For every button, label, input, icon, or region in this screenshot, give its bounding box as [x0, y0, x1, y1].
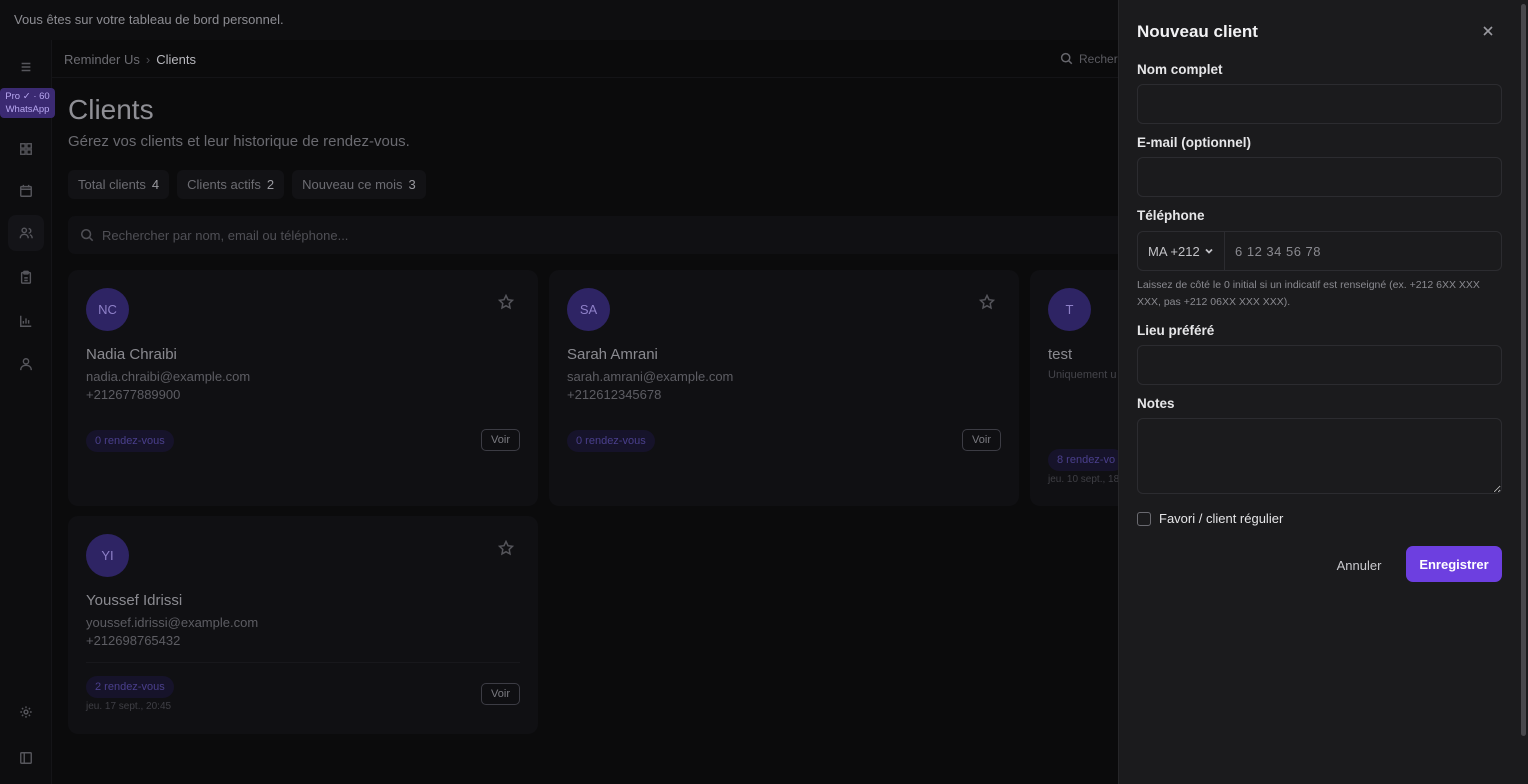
sidebar: Pro ✓ · 60 WhatsApp	[0, 40, 55, 784]
drawer-title: Nouveau client	[1137, 22, 1258, 41]
stat-total-clients: Total clients 4	[68, 170, 170, 199]
team-icon[interactable]	[17, 355, 35, 373]
stat-value: 4	[151, 177, 160, 192]
breadcrumb-root[interactable]: Reminder Us	[64, 52, 140, 67]
client-phone: +212698765432	[86, 633, 181, 648]
name-label: Nom complet	[1137, 62, 1223, 77]
cancel-button[interactable]: Annuler	[1329, 548, 1389, 582]
stat-label: Nouveau ce mois	[302, 177, 403, 192]
view-client-button[interactable]: Voir	[962, 429, 1001, 451]
stats-row: Total clients 4 Clients actifs 2 Nouveau c…	[68, 170, 426, 199]
save-button[interactable]: Enregistrer	[1406, 546, 1502, 582]
pro-badge-line2: WhatsApp	[5, 104, 50, 115]
stats-icon[interactable]	[17, 312, 35, 330]
top-search-placeholder: Recher	[1079, 52, 1118, 66]
top-search[interactable]: Recher	[1060, 52, 1118, 70]
stat-label: Total clients	[78, 177, 146, 192]
client-card[interactable]: YI Youssef Idrissi youssef.idrissi@examp…	[68, 516, 538, 734]
star-icon[interactable]	[978, 293, 996, 310]
search-icon	[80, 228, 94, 242]
client-search[interactable]: Rechercher par nom, email ou téléphone..…	[68, 216, 1128, 254]
stat-new-this-month: Nouveau ce mois 3	[292, 170, 426, 199]
client-name: Youssef Idrissi	[86, 592, 183, 609]
place-label: Lieu préféré	[1137, 323, 1215, 338]
pro-plan-badge[interactable]: Pro ✓ · 60 WhatsApp	[0, 88, 55, 118]
top-bar: Reminder Us › Clients Recher	[52, 40, 1118, 78]
view-client-button[interactable]: Voir	[481, 683, 520, 705]
chevron-down-icon	[1205, 248, 1213, 254]
client-card[interactable]: SA Sarah Amrani sarah.amrani@example.com…	[549, 270, 1019, 506]
email-label: E-mail (optionnel)	[1137, 135, 1251, 150]
client-phone: +212612345678	[567, 387, 662, 402]
appointments-badge: 2 rendez-vous	[86, 676, 174, 698]
client-email: sarah.amrani@example.com	[567, 369, 734, 384]
last-appointment-date: jeu. 10 sept., 18	[1048, 474, 1118, 485]
client-email: nadia.chraibi@example.com	[86, 369, 251, 384]
phone-hint: Laissez de côté le 0 initial si un indic…	[1137, 279, 1480, 308]
appointments-badge: 8 rendez-vo	[1048, 449, 1118, 471]
scrollbar-thumb[interactable]	[1521, 4, 1526, 736]
new-client-drawer: Nouveau client Nom complet E-mail (optio…	[1118, 0, 1528, 784]
last-appointment-date: jeu. 17 sept., 20:45	[86, 701, 172, 712]
breadcrumb-separator: ›	[145, 52, 151, 67]
appointments-badge: 0 rendez-vous	[86, 430, 174, 452]
email-field[interactable]	[1137, 157, 1502, 197]
star-icon[interactable]	[497, 539, 515, 556]
avatar: NC	[86, 288, 129, 331]
client-subtitle: Uniquement u	[1048, 369, 1117, 381]
search-icon	[1060, 52, 1073, 65]
client-name: test	[1048, 346, 1073, 363]
client-name: Sarah Amrani	[567, 346, 658, 363]
notes-label: Notes	[1137, 396, 1175, 411]
client-name: Nadia Chraibi	[86, 346, 177, 363]
page-subtitle: Gérez vos clients et leur historique de …	[68, 133, 410, 150]
country-code-select[interactable]: MA +212	[1138, 232, 1225, 270]
stat-active-clients: Clients actifs 2	[177, 170, 285, 199]
country-code-value: MA +212	[1148, 243, 1200, 259]
client-card[interactable]: T test Uniquement u 8 rendez-vo jeu. 10 …	[1030, 270, 1118, 506]
client-card[interactable]: NC Nadia Chraibi nadia.chraibi@example.c…	[68, 270, 538, 506]
avatar: T	[1048, 288, 1091, 331]
settings-icon[interactable]	[17, 703, 35, 721]
calendar-icon[interactable]	[17, 182, 35, 200]
client-email: youssef.idrissi@example.com	[86, 615, 259, 630]
view-client-button[interactable]: Voir	[481, 429, 520, 451]
menu-icon[interactable]	[17, 58, 35, 76]
pro-badge-line1: Pro ✓ · 60	[5, 91, 50, 102]
stat-value: 2	[266, 177, 275, 192]
phone-label: Téléphone	[1137, 208, 1205, 223]
appointments-badge: 0 rendez-vous	[567, 430, 655, 452]
breadcrumb: Reminder Us › Clients	[64, 52, 196, 67]
page-title: Clients	[68, 94, 154, 125]
clipboard-icon[interactable]	[17, 268, 35, 286]
place-field[interactable]	[1137, 345, 1502, 385]
star-icon[interactable]	[497, 293, 515, 310]
scrollbar[interactable]	[1519, 0, 1528, 784]
client-phone: +212677889900	[86, 387, 181, 402]
clients-icon[interactable]	[8, 215, 44, 251]
close-icon[interactable]	[1481, 24, 1495, 38]
name-field[interactable]	[1137, 84, 1502, 124]
card-divider	[86, 662, 520, 663]
favorite-row[interactable]: Favori / client régulier	[1137, 511, 1283, 526]
panel-toggle-icon[interactable]	[17, 749, 35, 767]
client-search-placeholder: Rechercher par nom, email ou téléphone..…	[102, 227, 349, 243]
notes-field[interactable]	[1137, 418, 1502, 494]
stat-value: 3	[408, 177, 416, 192]
favorite-checkbox[interactable]	[1137, 511, 1151, 526]
avatar: YI	[86, 534, 129, 577]
dashboard-icon[interactable]	[17, 140, 35, 158]
breadcrumb-current: Clients	[156, 52, 196, 67]
favorite-label: Favori / client régulier	[1159, 511, 1284, 526]
phone-field[interactable]	[1225, 232, 1501, 270]
avatar: SA	[567, 288, 610, 331]
phone-row: MA +212	[1137, 231, 1502, 271]
stat-label: Clients actifs	[187, 177, 261, 192]
